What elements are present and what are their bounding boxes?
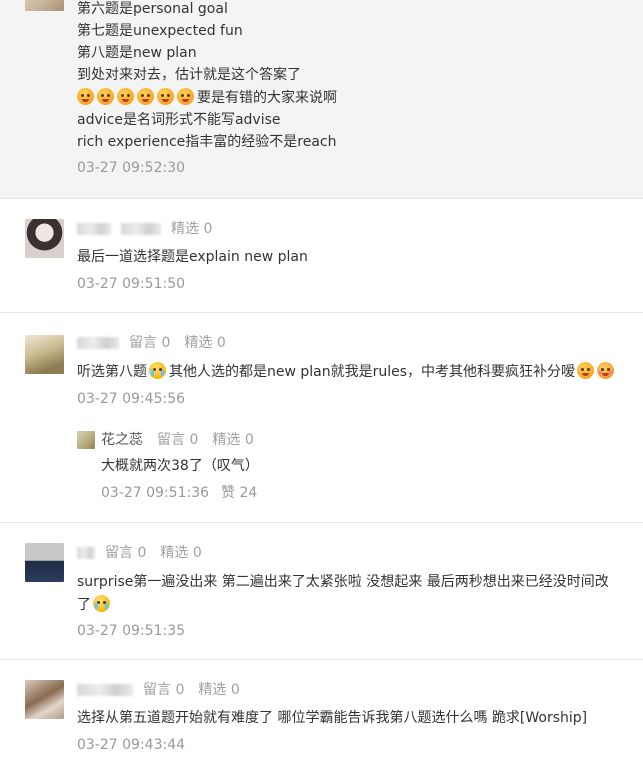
comment-item: 精选 0 最后一道选择题是explain new plan 03-27 09:5… [0,199,643,313]
comment-text-line: 听选第八题 其他人选的都是new plan就我是rules，中考其他科要疯狂补分嗳 [77,361,617,383]
comment-item: 留言 0 精选 0 听选第八题 其他人选的都是new plan就我是rules，中考… [0,313,643,523]
comment-meta: 精选 0 [77,219,226,239]
comment-text-line: 第六题是personal goal [77,1,228,17]
reply-timestamp: 03-27 09:51:36 赞 24 [101,485,258,501]
comment-text-line: 了 [77,594,113,616]
avatar[interactable] [25,680,64,719]
comment-text-line: rich experience指丰富的经验不是reach [77,134,337,150]
comment-item: 留言 0 精选 0 surprise第一遍没出来 第二遍出来了太紧张啦 没想起来 … [0,523,643,660]
grin-emoji-icon [577,362,595,379]
reply-meta: 花之蕊 留言 0 精选 0 [101,430,268,450]
featured-label: 精选 0 [171,221,213,237]
comment-text-line: 第八题是new plan [77,45,197,61]
comment-text-line: 最后一道选择题是explain new plan [77,249,308,265]
avatar[interactable] [25,0,64,11]
grin-emoji-icon [177,88,194,105]
reply-count-label: 留言 0 [157,432,199,448]
featured-label: 精选 0 [160,545,202,561]
comment-feed: 第六题是personal goal 第七题是unexpected fun 第八题… [0,0,643,770]
reply-avatar[interactable] [77,431,95,449]
comment-timestamp: 03-27 09:51:35 [77,623,186,639]
avatar[interactable] [25,335,64,374]
comment-item: 留言 0 精选 0 选择从第五道题开始就有难度了 哪位学霸能告诉我第八题选什么嗎 … [0,660,643,770]
reply-count-label: 留言 0 [105,545,147,561]
comment-text-line: surprise第一遍没出来 第二遍出来了太紧张啦 没想起来 最后两秒想出来已经… [77,574,609,590]
comment-item: 第六题是personal goal 第七题是unexpected fun 第八题… [0,0,643,199]
avatar[interactable] [25,219,64,258]
like-count[interactable]: 赞 24 [221,485,257,501]
crying-emoji-icon [93,595,110,612]
blush-emoji-icon [597,362,615,379]
crying-emoji-icon [149,362,166,379]
comment-timestamp: 03-27 09:45:56 [77,391,186,407]
grin-emoji-icon [77,88,94,105]
username-blurred[interactable] [77,223,111,235]
grin-emoji-icon [157,88,174,105]
username-blurred[interactable] [77,547,95,559]
comment-text-line: 第七题是unexpected fun [77,23,243,39]
comment-timestamp: 03-27 09:43:44 [77,737,186,753]
grin-emoji-icon [137,88,154,105]
featured-label: 精选 0 [198,682,240,698]
comment-meta: 留言 0 精选 0 [77,543,216,563]
comment-meta: 留言 0 精选 0 [77,680,254,700]
username-blurred[interactable] [77,337,119,349]
reply-item: 花之蕊 留言 0 精选 0 大概就两次38了（叹气） 03-27 09:51:36 赞… [77,431,637,511]
comment-text-line: 到处对来对去，估计就是这个答案了 [77,67,301,83]
reply-username[interactable]: 花之蕊 [101,432,143,448]
grin-emoji-icon [97,88,114,105]
featured-label: 精选 0 [212,432,254,448]
reply-count-label: 留言 0 [143,682,185,698]
comment-meta: 留言 0 精选 0 [77,333,240,353]
comment-text-line: advice是名词形式不能写advise [77,112,281,128]
comment-timestamp: 03-27 09:52:30 [77,160,186,176]
avatar[interactable] [25,543,64,582]
featured-label: 精选 0 [184,335,226,351]
comment-timestamp: 03-27 09:51:50 [77,276,186,292]
comment-text-line: 要是有错的大家来说啊 [77,87,337,109]
grin-emoji-icon [117,88,134,105]
username-blurred[interactable] [77,684,133,696]
comment-text: 要是有错的大家来说啊 [197,90,337,106]
reply-text: 大概就两次38了（叹气） [101,458,259,474]
reply-count-label: 留言 0 [129,335,171,351]
meta-blurred [121,223,161,235]
comment-text-line: 选择从第五道题开始就有难度了 哪位学霸能告诉我第八题选什么嗎 跪求[Worshi… [77,710,588,726]
